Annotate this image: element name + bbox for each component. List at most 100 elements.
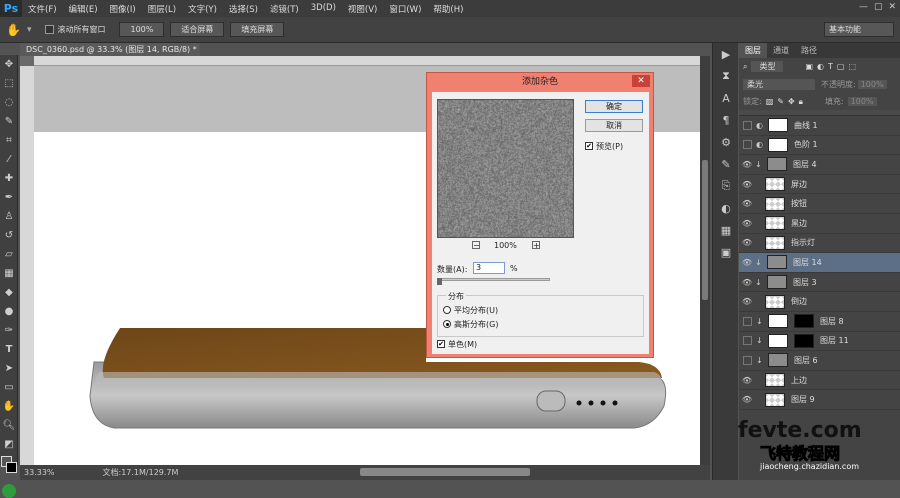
monochrome-checkbox[interactable]: ✔ <box>437 340 445 348</box>
layer-row[interactable]: 👁︎ 按钮 <box>739 194 900 214</box>
ok-button[interactable]: 确定 <box>585 100 643 113</box>
healing-brush-tool-icon[interactable]: ✚ <box>0 169 18 188</box>
layer-row[interactable]: 👁︎ 屏边 <box>739 175 900 195</box>
hand-tool-icon[interactable]: ✋ <box>6 23 21 37</box>
adjust-icon[interactable]: ⚙ <box>713 131 739 153</box>
layer-row[interactable]: 👁︎ 黑边 <box>739 214 900 234</box>
eye-icon[interactable]: 👁︎ <box>739 258 755 267</box>
menu-item[interactable]: 图像(I) <box>104 3 142 15</box>
uniform-radio[interactable] <box>443 306 451 314</box>
gaussian-radio[interactable] <box>443 320 451 328</box>
eraser-tool-icon[interactable]: ▱ <box>0 245 18 264</box>
fill-screen-button[interactable]: 填充屏幕 <box>230 22 284 37</box>
document-tab[interactable]: DSC_0360.psd @ 33.3% (图层 14, RGB/8) * <box>20 43 200 56</box>
eye-icon[interactable]: 👁︎ <box>739 238 755 247</box>
eye-icon[interactable]: 👁︎ <box>739 160 755 169</box>
fill-value[interactable]: 100% <box>848 97 877 106</box>
cancel-button[interactable]: 取消 <box>585 119 643 132</box>
layer-row[interactable]: ◐ 曲线 1 <box>739 116 900 136</box>
play-icon[interactable]: ▶ <box>713 43 739 65</box>
layer-row[interactable]: ◐ 色阶 1 <box>739 136 900 156</box>
move-tool-icon[interactable]: ✥ <box>0 55 18 74</box>
lock-pixels-icon[interactable]: ▨ <box>766 97 774 106</box>
lock-paint-icon[interactable]: ✎ <box>777 97 784 106</box>
blur-tool-icon[interactable]: ◆ <box>0 283 18 302</box>
layer-row[interactable]: ↓ 图层 11 <box>739 332 900 352</box>
eye-icon[interactable]: 👁︎ <box>739 278 755 287</box>
layer-row[interactable]: 👁︎ 上边 <box>739 371 900 391</box>
tab-layers[interactable]: 图层 <box>739 43 767 58</box>
zoom-tool-icon[interactable]: 🔍︎ <box>0 416 18 435</box>
filter-adjust-icon[interactable]: ◐ <box>817 62 824 71</box>
preview-checkbox[interactable]: ✔ <box>585 142 593 150</box>
crop-tool-icon[interactable]: ⌗ <box>0 131 18 150</box>
default-colors-icon[interactable]: ◩ <box>0 435 18 454</box>
character-icon[interactable]: A <box>713 87 739 109</box>
amount-input[interactable]: 3 <box>473 262 505 274</box>
swatches-icon[interactable]: ▦ <box>713 219 739 241</box>
eyedropper-tool-icon[interactable]: ⁄ <box>0 150 18 169</box>
close-button[interactable]: ✕ <box>888 2 896 12</box>
layer-mask-thumbnail[interactable] <box>794 314 814 328</box>
dodge-tool-icon[interactable]: ● <box>0 302 18 321</box>
color-icon[interactable]: ◐ <box>713 197 739 219</box>
visibility-toggle[interactable] <box>743 140 752 149</box>
visibility-toggle[interactable] <box>743 356 752 365</box>
eye-icon[interactable]: 👁︎ <box>739 297 755 306</box>
amount-slider-thumb[interactable] <box>437 278 442 285</box>
vertical-scroll-thumb[interactable] <box>702 160 708 300</box>
history-brush-tool-icon[interactable]: ↺ <box>0 226 18 245</box>
zoom-level[interactable]: 33.33% <box>24 468 55 477</box>
zoom-100-button[interactable]: 100% <box>119 22 164 37</box>
tool-preset-dropdown[interactable]: ▾ <box>27 25 32 35</box>
shape-tool-icon[interactable]: ▭ <box>0 378 18 397</box>
clone-source-icon[interactable]: ⎘ <box>713 175 739 197</box>
brush-tool-icon[interactable]: ✒ <box>0 188 18 207</box>
scroll-all-windows-checkbox[interactable]: 滚动所有窗口 <box>45 24 105 35</box>
menu-item[interactable]: 窗口(W) <box>383 3 427 15</box>
lock-all-icon[interactable]: 🔒︎ <box>799 97 803 107</box>
paragraph-icon[interactable]: ¶ <box>713 109 739 131</box>
visibility-toggle[interactable] <box>743 121 752 130</box>
menu-item[interactable]: 选择(S) <box>223 3 264 15</box>
brush-preset-icon[interactable]: ✎ <box>713 153 739 175</box>
tab-channels[interactable]: 通道 <box>767 43 795 58</box>
filter-type-icon[interactable]: T <box>828 62 833 71</box>
layer-row[interactable]: 👁︎ 指示灯 <box>739 234 900 254</box>
filter-smart-icon[interactable]: ⬚ <box>848 62 856 71</box>
path-select-tool-icon[interactable]: ➤ <box>0 359 18 378</box>
styles-icon[interactable]: ▣ <box>713 241 739 263</box>
color-swatches[interactable] <box>0 454 17 480</box>
blend-mode-select[interactable]: 柔光 <box>743 79 815 90</box>
menu-item[interactable]: 编辑(E) <box>63 3 104 15</box>
maximize-button[interactable]: ▢ <box>874 2 883 12</box>
menu-item[interactable]: 滤镜(T) <box>264 3 305 15</box>
layer-row[interactable]: 👁︎ ↓ 图层 3 <box>739 273 900 293</box>
menu-item[interactable]: 图层(L) <box>142 3 182 15</box>
fit-screen-button[interactable]: 适合屏幕 <box>170 22 224 37</box>
layer-row[interactable]: 👁︎ ↓ 图层 4 <box>739 155 900 175</box>
clone-stamp-tool-icon[interactable]: ♙ <box>0 207 18 226</box>
tab-paths[interactable]: 路径 <box>795 43 823 58</box>
zoom-in-button[interactable]: + <box>532 241 540 249</box>
filter-pixel-icon[interactable]: ▣ <box>805 62 813 71</box>
lasso-tool-icon[interactable]: ◌ <box>0 93 18 112</box>
visibility-toggle[interactable] <box>743 336 752 345</box>
layer-mask-thumbnail[interactable] <box>794 334 814 348</box>
zoom-out-button[interactable]: − <box>472 241 480 249</box>
eye-icon[interactable]: 👁︎ <box>739 395 755 404</box>
quick-mask-icon[interactable] <box>2 484 16 498</box>
menu-item[interactable]: 帮助(H) <box>427 3 469 15</box>
minimize-button[interactable]: — <box>859 2 868 12</box>
pen-tool-icon[interactable]: ✑ <box>0 321 18 340</box>
background-color-swatch[interactable] <box>6 462 17 473</box>
layer-row[interactable]: ↓ 图层 8 <box>739 312 900 332</box>
amount-slider-track[interactable] <box>437 278 550 281</box>
hand-tool-icon[interactable]: ✋ <box>0 397 18 416</box>
visibility-toggle[interactable] <box>743 317 752 326</box>
horizontal-scroll-thumb[interactable] <box>360 468 530 476</box>
quick-select-tool-icon[interactable]: ✎ <box>0 112 18 131</box>
eye-icon[interactable]: 👁︎ <box>739 180 755 189</box>
layer-row[interactable]: 👁︎ 倒边 <box>739 292 900 312</box>
lock-move-icon[interactable]: ✥ <box>788 97 795 106</box>
